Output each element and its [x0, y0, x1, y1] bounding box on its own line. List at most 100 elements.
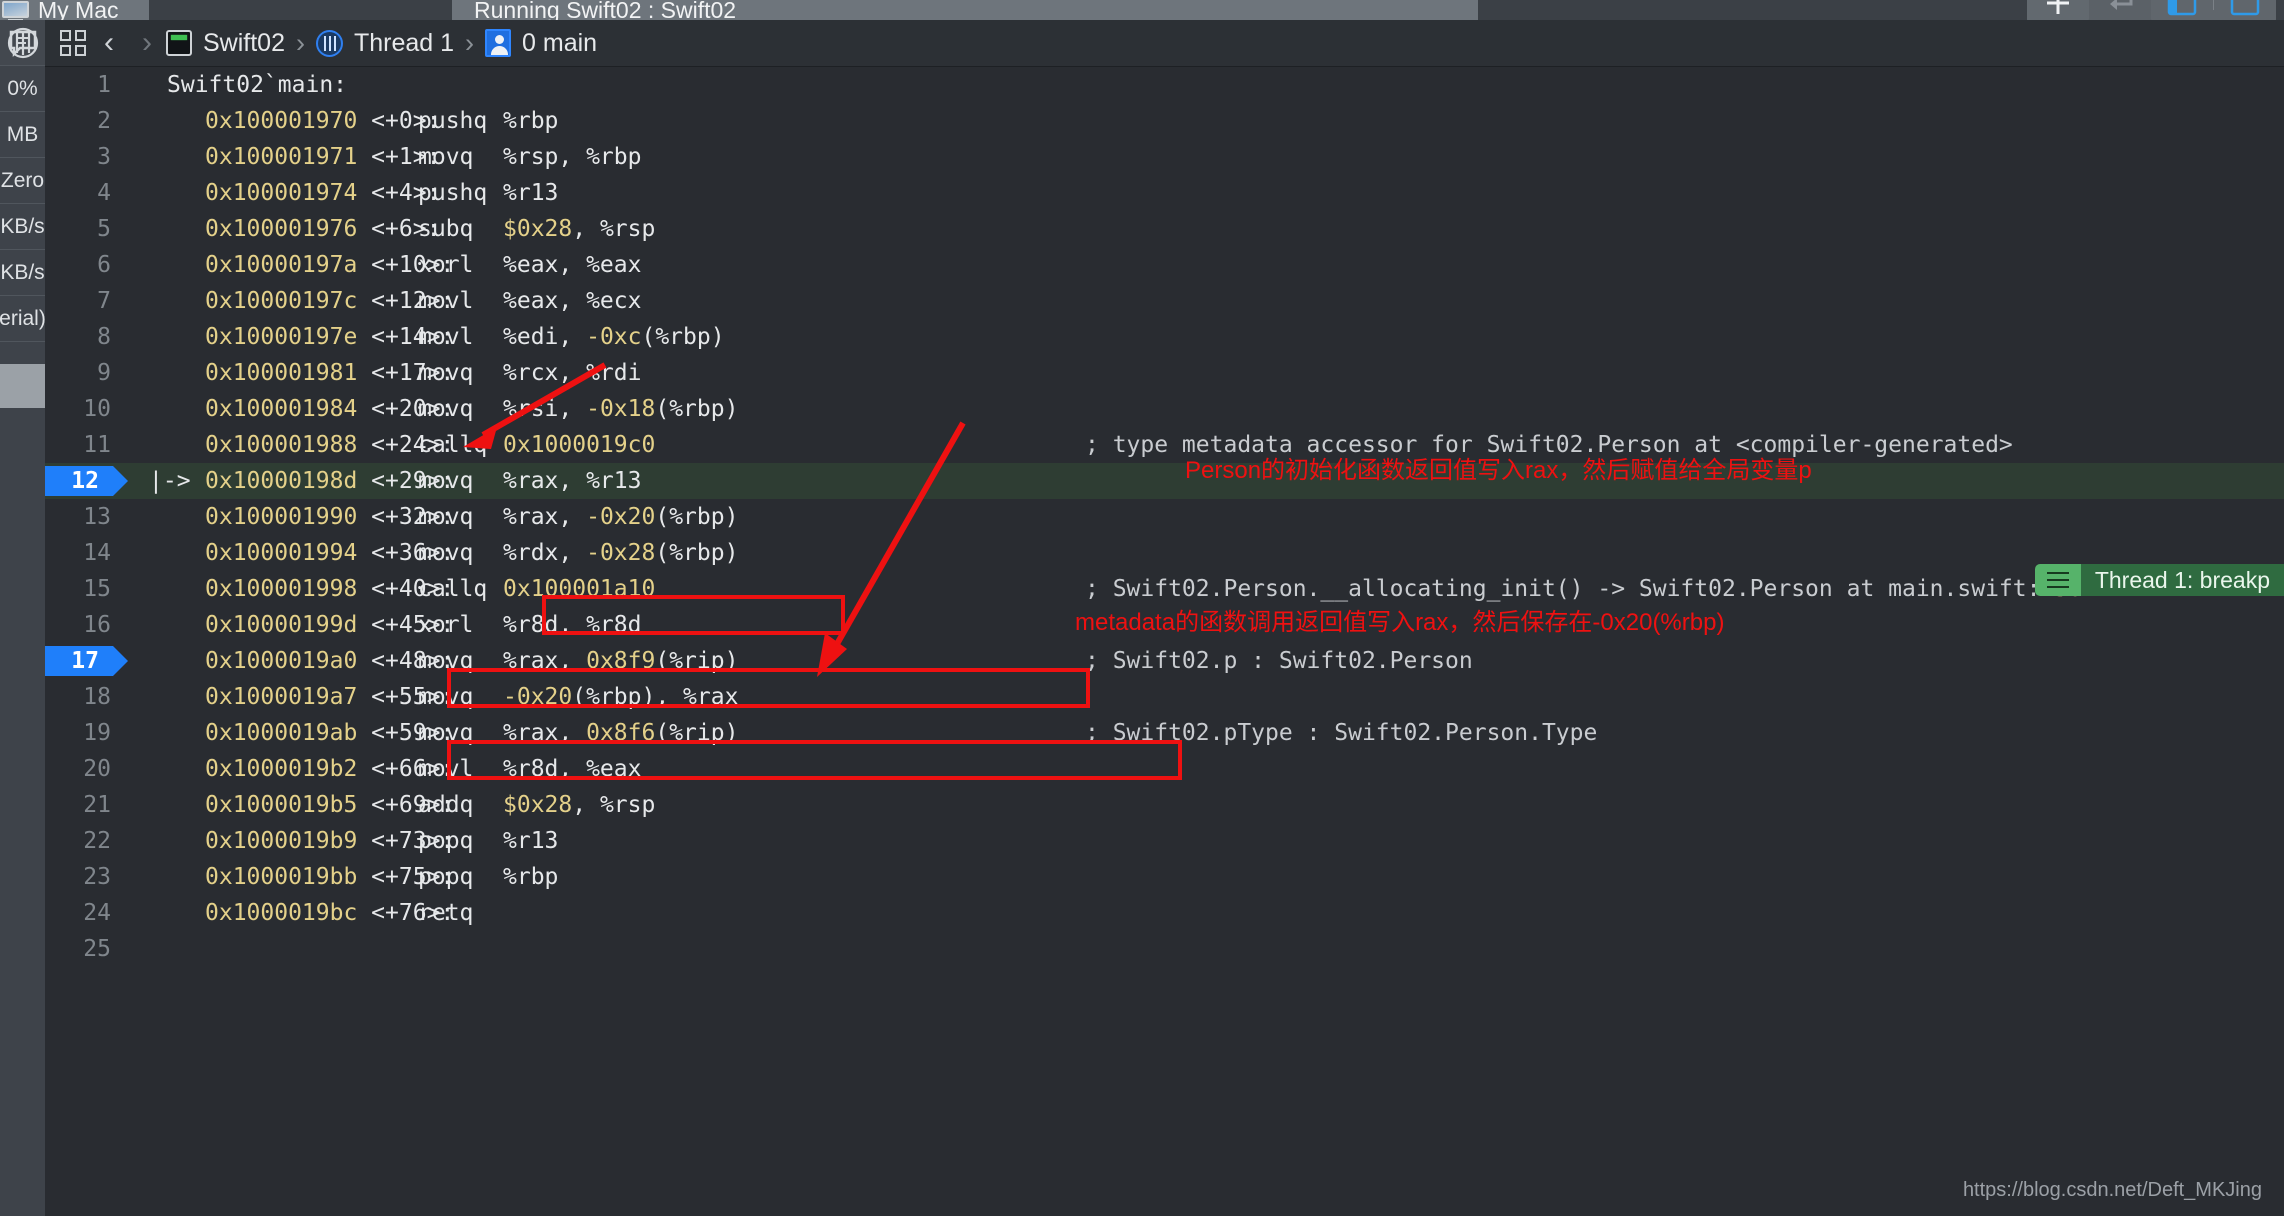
instruction-operands: -0x20(%rbp), %rax — [503, 684, 739, 710]
instruction-mnemonic: movq — [418, 540, 474, 566]
breadcrumb-item-frame[interactable]: 0 main — [485, 29, 597, 58]
disassembly-row[interactable]: 23 0x1000019bb <+75>: popq %rbp — [45, 859, 2284, 895]
disassembly-row[interactable]: 13 0x100001990 <+32>: movq %rax, -0x20(%rbp… — [45, 499, 2284, 535]
gauge-serial[interactable]: erial) — [0, 296, 45, 342]
breadcrumb-item-project[interactable]: Swift02 — [166, 29, 285, 58]
instruction-address: 0x1000019a7 <+55>: — [205, 684, 455, 710]
right-panel-toggle-icon — [2230, 0, 2260, 16]
line-number: 22 — [83, 828, 111, 854]
instruction-operands: $0x28, %rsp — [503, 792, 656, 818]
instruction-address: 0x1000019bb <+75>: — [205, 864, 455, 890]
annotation-person-init-return: Person的初始化函数返回值写入rax，然后赋值给全局变量p — [1185, 457, 1812, 484]
gauge-disk-label: Zero — [0, 168, 45, 192]
gauge-cpu-percent[interactable]: 0% — [0, 66, 45, 112]
gauge-cpu-dial[interactable] — [0, 20, 45, 66]
disassembly-row[interactable]: 4 0x100001974 <+4>: pushq %r13 — [45, 175, 2284, 211]
instruction-comment: ; Swift02.p : Swift02.Person — [1085, 648, 1473, 674]
breadcrumb-item-thread[interactable]: Thread 1 — [315, 28, 455, 58]
line-number: 11 — [83, 432, 111, 458]
program-counter-indicator: |-> — [149, 468, 191, 494]
disassembly-row[interactable]: 21 0x1000019b5 <+69>: addq $0x28, %rsp — [45, 787, 2284, 823]
disassembly-row[interactable]: 22 0x1000019b9 <+73>: popq %r13 — [45, 823, 2284, 859]
line-number: 14 — [83, 540, 111, 566]
line-number: 1 — [97, 72, 111, 98]
instruction-address: 0x100001988 <+24>: — [205, 432, 455, 458]
disassembly-row[interactable]: 19 0x1000019ab <+59>: movq %rax, 0x8f6(%rip… — [45, 715, 2284, 751]
instruction-mnemonic: movl — [418, 756, 474, 782]
disassembly-row[interactable]: 14 0x100001994 <+36>: movq %rdx, -0x28(%rbp… — [45, 535, 2284, 571]
instruction-operands: %r13 — [503, 828, 559, 854]
related-items-icon[interactable] — [60, 30, 86, 56]
instruction-address: 0x100001990 <+32>: — [205, 504, 455, 530]
instruction-address: 0x10000197a <+10>: — [205, 252, 455, 278]
instruction-mnemonic: movl — [418, 324, 474, 350]
breakpoint-marker[interactable]: 12 — [45, 466, 128, 496]
annotation-metadata-return: metadata的函数调用返回值写入rax，然后保存在-0x20(%rbp) — [1075, 609, 1725, 636]
disassembly-row[interactable]: 6 0x10000197a <+10>: xorl %eax, %eax — [45, 247, 2284, 283]
instruction-address: 0x1000019bc <+76>: — [205, 900, 455, 926]
disassembly-row[interactable]: 3 0x100001971 <+1>: movq %rsp, %rbp — [45, 139, 2284, 175]
instruction-operands: %eax, %ecx — [503, 288, 642, 314]
line-number: 2 — [97, 108, 111, 134]
disassembly-row[interactable]: 12 |-> 0x10000198d <+29>: movq %rax, %r13 — [45, 463, 2284, 499]
instruction-operands: %eax, %eax — [503, 252, 642, 278]
disassembly-row[interactable]: 2 0x100001970 <+0>: pushq %rbp — [45, 103, 2284, 139]
disassembly-row[interactable]: 7 0x10000197c <+12>: movl %eax, %ecx — [45, 283, 2284, 319]
instruction-mnemonic: pushq — [418, 108, 488, 134]
line-number: 24 — [83, 900, 111, 926]
breakpoint-marker[interactable]: 17 — [45, 646, 128, 676]
instruction-operands: %rsi, -0x18(%rbp) — [503, 396, 739, 422]
instruction-mnemonic: movq — [418, 396, 474, 422]
disassembly-row[interactable]: 17 0x1000019a0 <+48>: movq %rax, 0x8f9(%rip… — [45, 643, 2284, 679]
gauge-network[interactable]: KB/s — [0, 204, 45, 250]
disassembly-row[interactable]: 1 Swift02`main: — [45, 67, 2284, 103]
disassembly-row[interactable]: 9 0x100001981 <+17>: movq %rcx, %rdi — [45, 355, 2284, 391]
terminal-target-icon — [166, 30, 192, 56]
gauge-network-label: KB/s — [0, 214, 45, 238]
instruction-operands: %rsp, %rbp — [503, 144, 642, 170]
instruction-address: 0x1000019a0 <+48>: — [205, 648, 455, 674]
breakpoint-status-banner[interactable]: Thread 1: breakp — [2034, 564, 2284, 596]
instruction-mnemonic: movq — [418, 144, 474, 170]
gauge-network-2[interactable]: KB/s — [0, 250, 45, 296]
disassembly-row[interactable]: 8 0x10000197e <+14>: movl %edi, -0xc(%rbp) — [45, 319, 2284, 355]
thread-icon — [315, 29, 343, 57]
breadcrumb-back-button[interactable]: ‹ — [90, 26, 128, 60]
disassembly-row[interactable]: 20 0x1000019b2 <+66>: movl %r8d, %eax — [45, 751, 2284, 787]
disassembly-symbol-label: Swift02`main: — [167, 72, 348, 98]
disassembly-row[interactable]: 25 — [45, 931, 2284, 967]
hamburger-icon[interactable] — [2034, 564, 2081, 596]
line-number: 23 — [83, 864, 111, 890]
disassembly-view[interactable]: 1 Swift02`main: 2 0x100001970 <+0>: pushq %rb… — [45, 67, 2284, 1216]
instruction-address: 0x100001998 <+40>: — [205, 576, 455, 602]
gauge-memory-label: MB — [6, 122, 39, 146]
back-arrow-icon — [2110, 0, 2133, 10]
instruction-mnemonic: movq — [418, 648, 474, 674]
disassembly-row[interactable]: 18 0x1000019a7 <+55>: movq -0x20(%rbp), %ra… — [45, 679, 2284, 715]
breadcrumb-forward-button[interactable]: › — [128, 26, 166, 60]
instruction-operands: $0x28, %rsp — [503, 216, 656, 242]
stack-frame-icon — [485, 29, 512, 57]
breadcrumb-thread-label: Thread 1 — [353, 28, 455, 57]
instruction-operands: %r13 — [503, 180, 559, 206]
watermark: https://blog.csdn.net/Deft_MKJing — [1962, 1179, 2262, 1201]
line-number: 25 — [83, 936, 111, 962]
gauge-memory[interactable]: MB — [0, 112, 45, 158]
instruction-mnemonic: movq — [418, 360, 474, 386]
instruction-operands: %edi, -0xc(%rbp) — [503, 324, 725, 350]
line-number: 3 — [97, 144, 111, 170]
instruction-address: 0x100001981 <+17>: — [205, 360, 455, 386]
instruction-address: 0x100001994 <+36>: — [205, 540, 455, 566]
gauge-disk[interactable]: Zero — [0, 158, 45, 204]
line-number: 6 — [97, 252, 111, 278]
disassembly-row[interactable]: 11 0x100001988 <+24>: callq 0x1000019c0; ty… — [45, 427, 2284, 463]
instruction-address: 0x1000019b2 <+66>: — [205, 756, 455, 782]
instruction-operands: %r8d, %eax — [503, 756, 642, 782]
disassembly-row[interactable]: 5 0x100001976 <+6>: subq $0x28, %rsp — [45, 211, 2284, 247]
instruction-mnemonic: subq — [418, 216, 474, 242]
disassembly-row[interactable]: 24 0x1000019bc <+76>: retq — [45, 895, 2284, 931]
instruction-address: 0x1000019ab <+59>: — [205, 720, 455, 746]
disassembly-row[interactable]: 10 0x100001984 <+20>: movq %rsi, -0x18(%rbp… — [45, 391, 2284, 427]
instruction-address: 0x100001971 <+1>: — [205, 144, 441, 170]
instruction-operands: %rax, -0x20(%rbp) — [503, 504, 739, 530]
